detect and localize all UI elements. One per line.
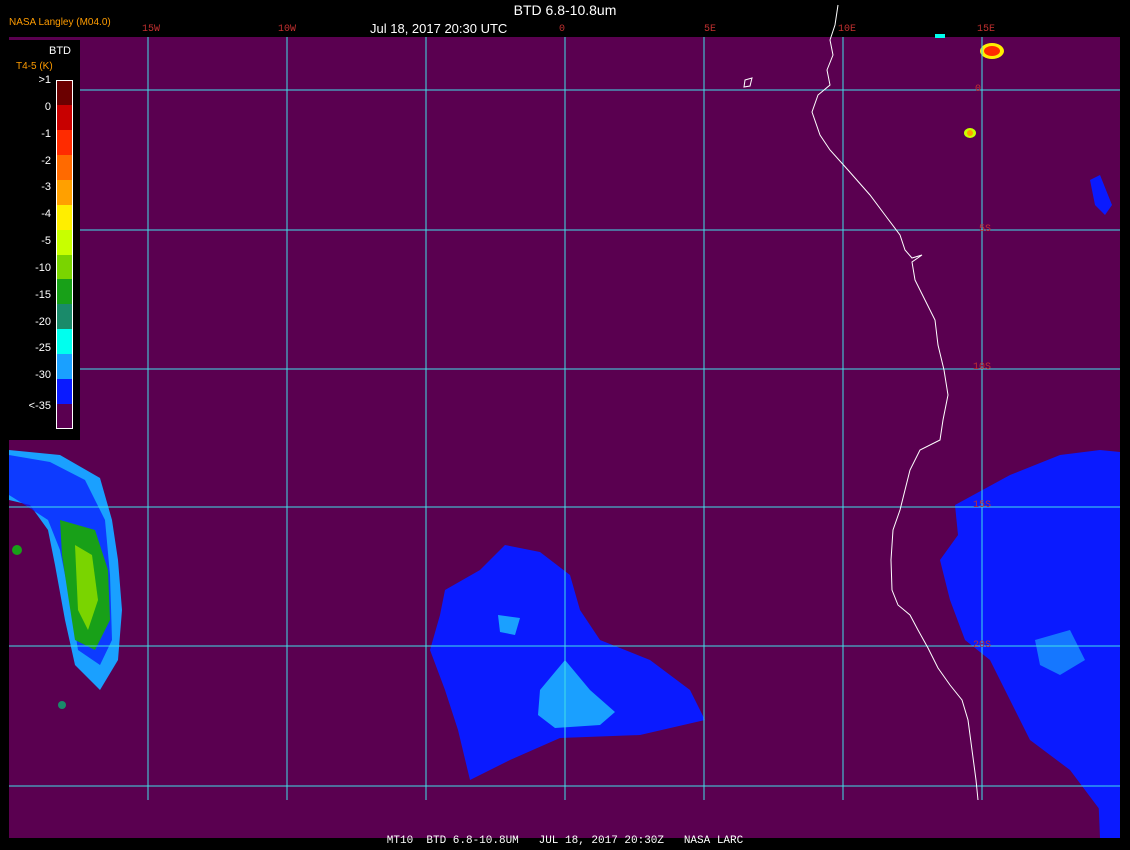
legend-label: >1 (38, 74, 51, 86)
lat-label-20s: 20S (973, 640, 992, 651)
legend-label: <-35 (28, 400, 51, 413)
legend-label: -2 (41, 154, 51, 167)
legend-label: -5 (41, 235, 51, 248)
cloud-speck (935, 34, 945, 38)
lat-label-15s: 15S (973, 500, 992, 511)
color-legend: BTD T4-5 (K) >1 0 -1 -2 -3 -4 -5 -10 -15 -20 -25 -3… (9, 40, 80, 440)
legend-label: -4 (41, 208, 51, 221)
satellite-map (9, 4, 1120, 838)
lat-label-0: 0 (975, 84, 982, 95)
convective-cell-core (967, 130, 973, 136)
cloud-right-bottom (1098, 780, 1120, 838)
legend-label: -1 (41, 127, 51, 140)
convective-cell-core (984, 46, 1000, 56)
legend-label: -15 (35, 288, 51, 301)
legend-title: BTD (49, 45, 71, 57)
lat-label-10s: 10S (973, 362, 992, 373)
legend-label: -3 (41, 181, 51, 194)
footer-caption: MT10 BTD 6.8-10.8UM JUL 18, 2017 20:30Z … (386, 835, 744, 847)
cloud-speck (58, 701, 66, 709)
legend-subtitle: T4-5 (K) (16, 61, 53, 72)
legend-label: 0 (44, 100, 51, 113)
legend-label: -10 (35, 261, 51, 274)
legend-label: -25 (35, 342, 51, 355)
legend-frame (56, 80, 73, 429)
legend-label: -20 (35, 315, 51, 328)
cloud-speck (12, 545, 22, 555)
legend-label: -30 (35, 369, 51, 382)
lat-label-5s: 5S (979, 224, 992, 235)
